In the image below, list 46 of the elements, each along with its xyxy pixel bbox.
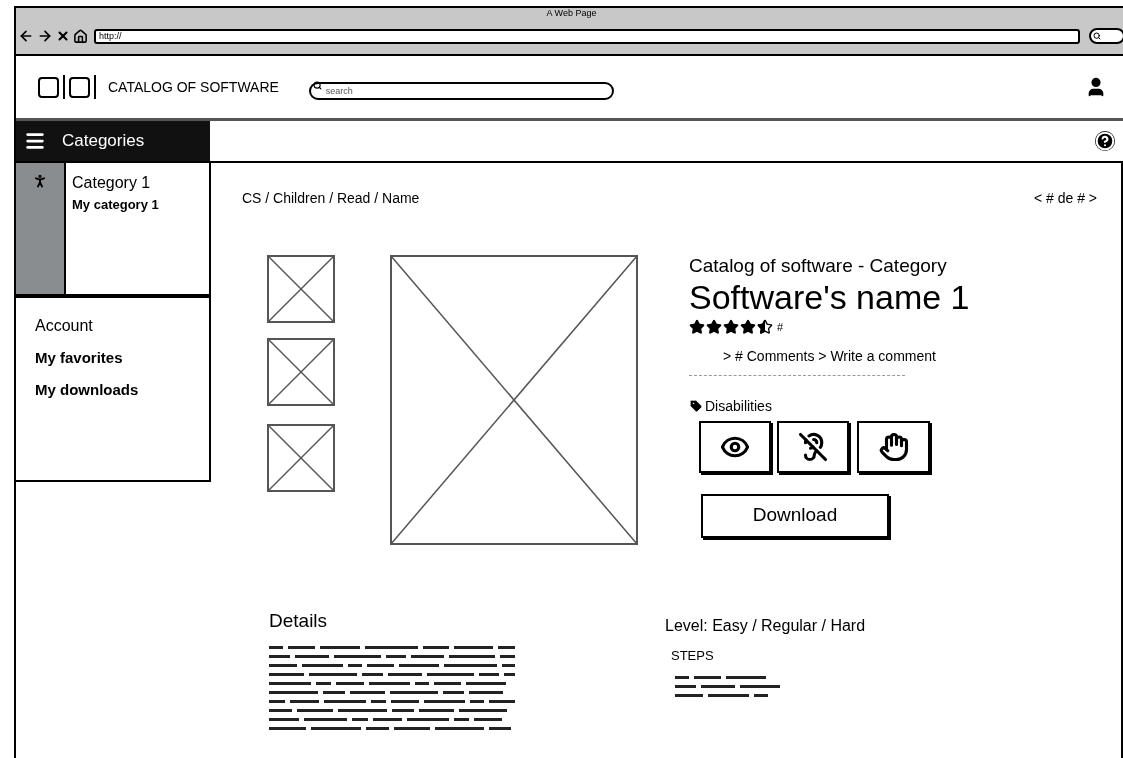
star-icon (757, 319, 773, 336)
tag-icon (689, 399, 703, 413)
level-options: Level: Easy / Regular / Hard (665, 614, 866, 638)
close-icon[interactable] (56, 29, 70, 43)
product-category: Catalog of software - Category (689, 255, 948, 277)
image-placeholder (267, 255, 335, 323)
pager[interactable]: < # de # > (1033, 188, 1097, 209)
hearing-disability-button[interactable] (777, 420, 849, 473)
hand-icon (878, 431, 909, 462)
motor-disability-button[interactable] (857, 420, 930, 473)
account-title: Account (35, 316, 94, 336)
account-link[interactable]: My favorites (35, 347, 209, 370)
disabilities-label: Disabilities (705, 396, 772, 416)
account-link[interactable]: My downloads (35, 378, 209, 401)
site-title: CATALOG OF SOFTWARE (108, 77, 279, 97)
crossed-ear-icon (798, 431, 828, 462)
star-icon (723, 319, 739, 336)
steps-title: STEPS (671, 647, 715, 665)
download-button[interactable]: Download (701, 493, 889, 538)
logo-drawing (38, 75, 96, 99)
comments-links[interactable]: > # Comments > Write a comment (723, 345, 970, 367)
star-icon (689, 319, 705, 336)
star-icon (740, 319, 756, 336)
forward-icon[interactable] (37, 28, 53, 44)
details-title: Details (269, 609, 329, 633)
search-field[interactable]: search (308, 81, 614, 100)
star-icon (706, 319, 722, 336)
home-icon[interactable] (73, 28, 88, 44)
menu-icon (24, 130, 46, 152)
image-placeholder (267, 424, 335, 492)
visual-disability-button[interactable] (699, 420, 771, 473)
category-title: Category 1 (72, 173, 152, 193)
person-icon (32, 173, 48, 189)
search-icon (1093, 32, 1101, 40)
window-title: A Web Page (546, 8, 597, 19)
browser-search-button[interactable] (1089, 28, 1123, 44)
category-item[interactable]: My category 1 (72, 195, 159, 215)
search-icon (312, 80, 322, 90)
rating-count: # (777, 320, 784, 335)
image-placeholder (267, 338, 335, 406)
categories-menu-button[interactable]: Categories (16, 121, 210, 161)
product-name: Software's name 1 (689, 277, 970, 317)
back-icon[interactable] (18, 28, 34, 44)
url-field[interactable]: http:// (94, 28, 1080, 44)
breadcrumb: CS / Children / Read / Name (242, 189, 420, 208)
help-icon[interactable] (1095, 131, 1115, 151)
